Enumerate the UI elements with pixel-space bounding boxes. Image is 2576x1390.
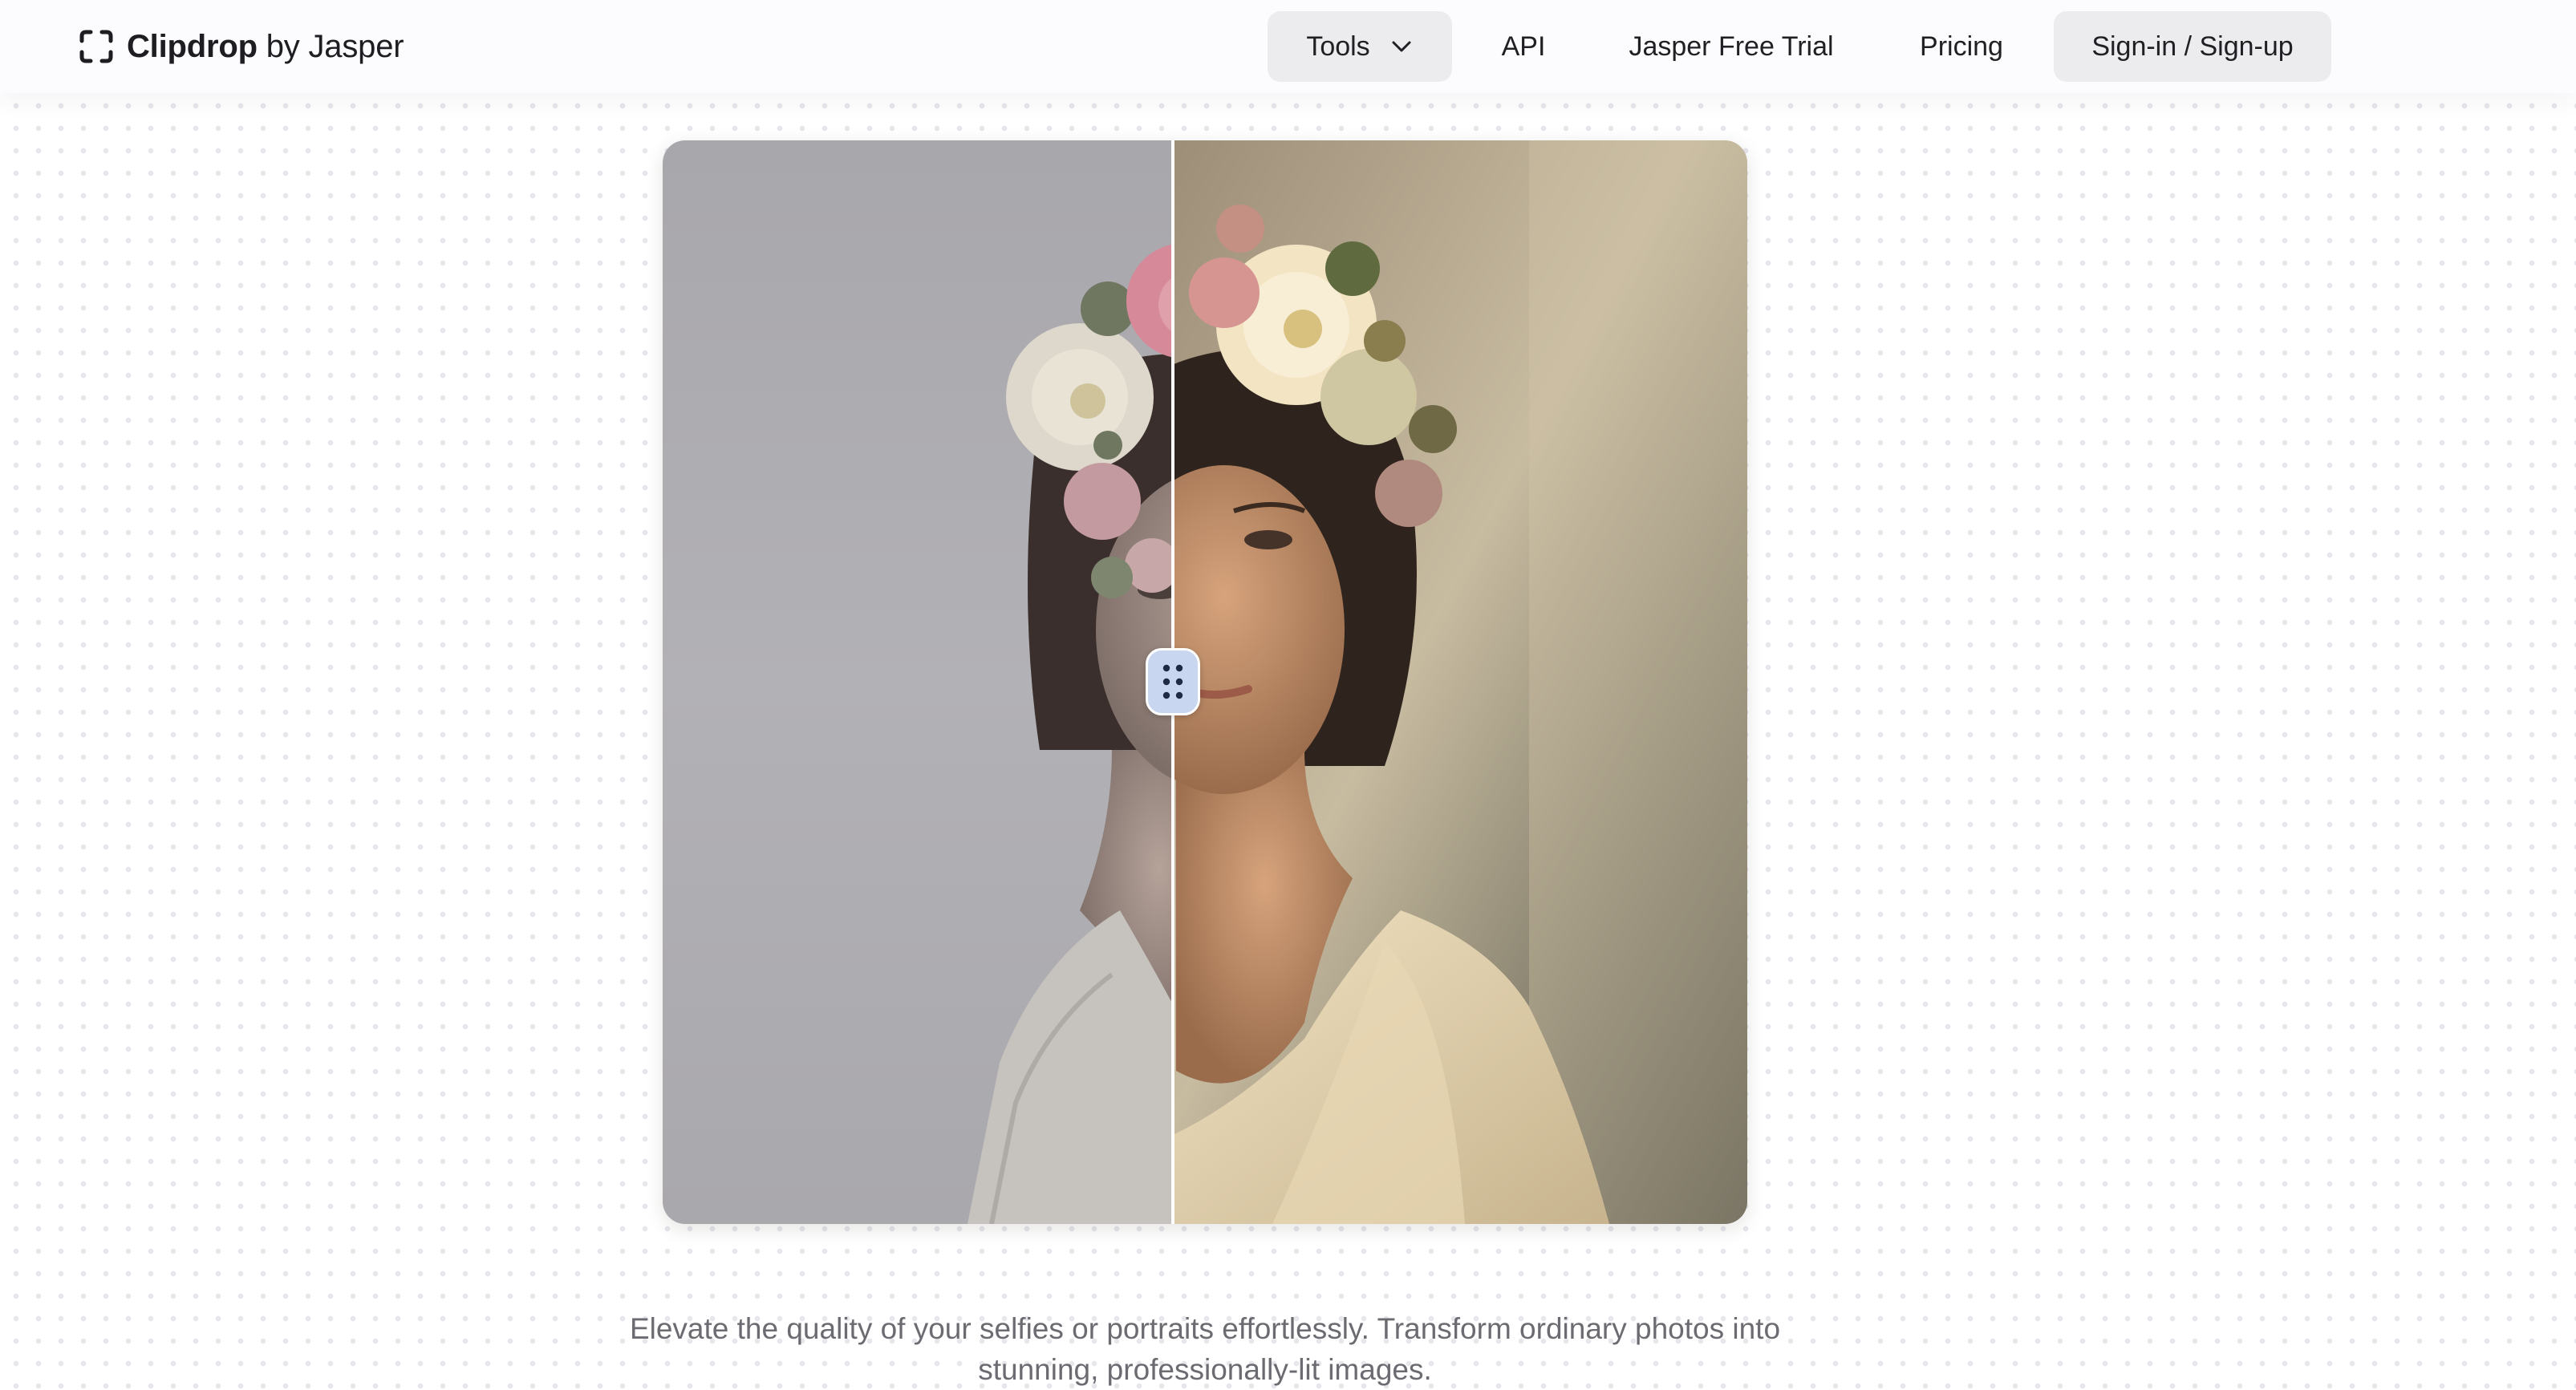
- top-navigation-bar: Clipdrop by Jasper Tools API Jasper Free…: [0, 0, 2576, 93]
- portrait-comparison-image: [663, 140, 1747, 1224]
- nav-link-jasper-free-trial-label: Jasper Free Trial: [1629, 30, 1834, 62]
- feature-description-line-2: stunning, professionally-lit images.: [978, 1353, 1432, 1386]
- nav-link-api-label: API: [1501, 30, 1546, 62]
- drag-grip-icon: [1162, 664, 1183, 699]
- before-after-compare-slider[interactable]: [663, 140, 1747, 1224]
- feature-description-line-1: Elevate the quality of your selfies or p…: [629, 1312, 1781, 1345]
- feature-description: Elevate the quality of your selfies or p…: [513, 1308, 1897, 1390]
- nav-link-pricing[interactable]: Pricing: [1893, 11, 2030, 82]
- nav-link-pricing-label: Pricing: [1920, 30, 2003, 62]
- brand-name-bold: Clipdrop: [127, 28, 258, 64]
- sign-in-button[interactable]: Sign-in / Sign-up: [2054, 11, 2331, 82]
- chevron-down-icon: [1392, 41, 1411, 52]
- slider-drag-handle[interactable]: [1146, 648, 1200, 715]
- brand-name: Clipdrop by Jasper: [127, 29, 404, 65]
- brand-logo-link[interactable]: Clipdrop by Jasper: [77, 24, 404, 69]
- brand-name-suffix: by Jasper: [257, 28, 404, 64]
- nav-link-api[interactable]: API: [1481, 11, 1566, 82]
- sign-in-button-label: Sign-in / Sign-up: [2091, 30, 2294, 62]
- page: Clipdrop by Jasper Tools API Jasper Free…: [0, 0, 2576, 1390]
- nav-link-jasper-free-trial[interactable]: Jasper Free Trial: [1613, 11, 1850, 82]
- tools-menu-label: Tools: [1306, 30, 1370, 62]
- clipdrop-logo-icon: [79, 30, 113, 63]
- tools-menu-button[interactable]: Tools: [1268, 11, 1452, 82]
